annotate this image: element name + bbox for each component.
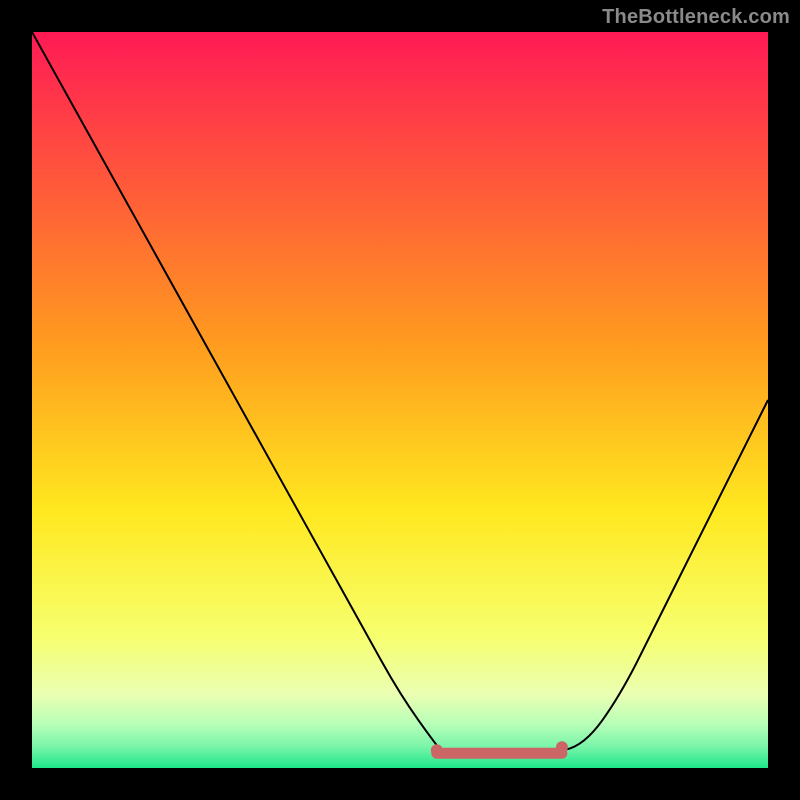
watermark-text: TheBottleneck.com: [602, 6, 790, 29]
optimal-range-marker: [431, 741, 568, 756]
plot-area: [32, 32, 768, 768]
chart-svg: [32, 32, 768, 768]
chart-frame: TheBottleneck.com: [0, 0, 800, 800]
bottleneck-curve: [32, 32, 768, 753]
